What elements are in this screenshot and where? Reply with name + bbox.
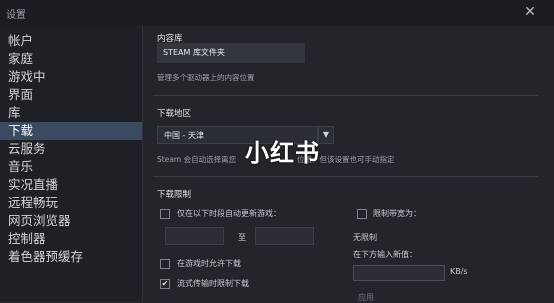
bandwidth-value-input[interactable] [353,265,445,281]
sidebar-item-in-game[interactable]: 游戏中 [0,68,142,86]
sidebar-item-shader-precache[interactable]: 着色器预缓存 [0,248,142,266]
checkmark-icon[interactable]: ✔ [160,279,170,289]
xiaohongshu-watermark: 小红书 [245,139,320,167]
chevron-down-icon[interactable]: ▼ [318,126,334,144]
sidebar-item-downloads[interactable]: 下载 [0,122,142,140]
sidebar-item-remote-play[interactable]: 远程畅玩 [0,194,142,212]
bandwidth-unit-label: KB/s [450,267,468,276]
enter-new-value-label: 在下方输入新值： [353,250,417,259]
steam-library-folders-button[interactable]: STEAM 库文件夹 [157,43,305,63]
bandwidth-limit-label: 限制带宽为： [373,209,421,218]
downloads-panel: 内容库 STEAM 库文件夹 管理多个驱动器上的内容位置 下载地区 中国 - 天… [143,26,554,303]
sidebar-item-cloud[interactable]: 云服务 [0,140,142,158]
download-region-title: 下载地区 [157,109,192,119]
schedule-end-time[interactable] [255,227,314,245]
close-icon[interactable]: ✕ [522,4,538,20]
sidebar-item-broadcasting[interactable]: 实况直播 [0,176,142,194]
sidebar-item-family[interactable]: 家庭 [0,50,142,68]
title-bar: 设置 ✕ [0,0,554,26]
schedule-start-time[interactable] [165,227,224,245]
schedule-checkbox[interactable] [160,209,170,219]
content-library-description: 管理多个驱动器上的内容位置 [157,73,255,82]
sidebar-item-music[interactable]: 音乐 [0,158,142,176]
throttle-while-streaming-label: 流式传输时限制下载 [177,279,249,288]
sidebar-item-web-browser[interactable]: 网页浏览器 [0,212,142,230]
allow-downloads-during-gameplay-label: 在游戏时允许下载 [177,259,241,268]
section-divider [153,176,538,177]
download-limits-title: 下载限制 [157,190,192,200]
sidebar-item-interface[interactable]: 界面 [0,86,142,104]
sidebar-item-controller[interactable]: 控制器 [0,230,142,248]
no-limit-label: 无限制 [353,233,377,242]
settings-sidebar: 帐户 家庭 游戏中 界面 库 下载 云服务 音乐 实况直播 远程畅玩 网页浏览器… [0,26,142,301]
apply-button[interactable]: 应用 [358,292,374,303]
window-title: 设置 [6,10,26,21]
bandwidth-limit-checkbox[interactable] [357,209,367,219]
sidebar-item-account[interactable]: 帐户 [0,32,142,50]
allow-downloads-during-gameplay-checkbox[interactable] [160,259,170,269]
download-region-description-left: Steam 会自动选择离您 [157,155,237,164]
sidebar-item-library[interactable]: 库 [0,104,142,122]
section-divider [153,95,538,96]
schedule-to-label: 至 [238,233,246,242]
schedule-label: 仅在以下时段自动更新游戏： [177,209,281,218]
